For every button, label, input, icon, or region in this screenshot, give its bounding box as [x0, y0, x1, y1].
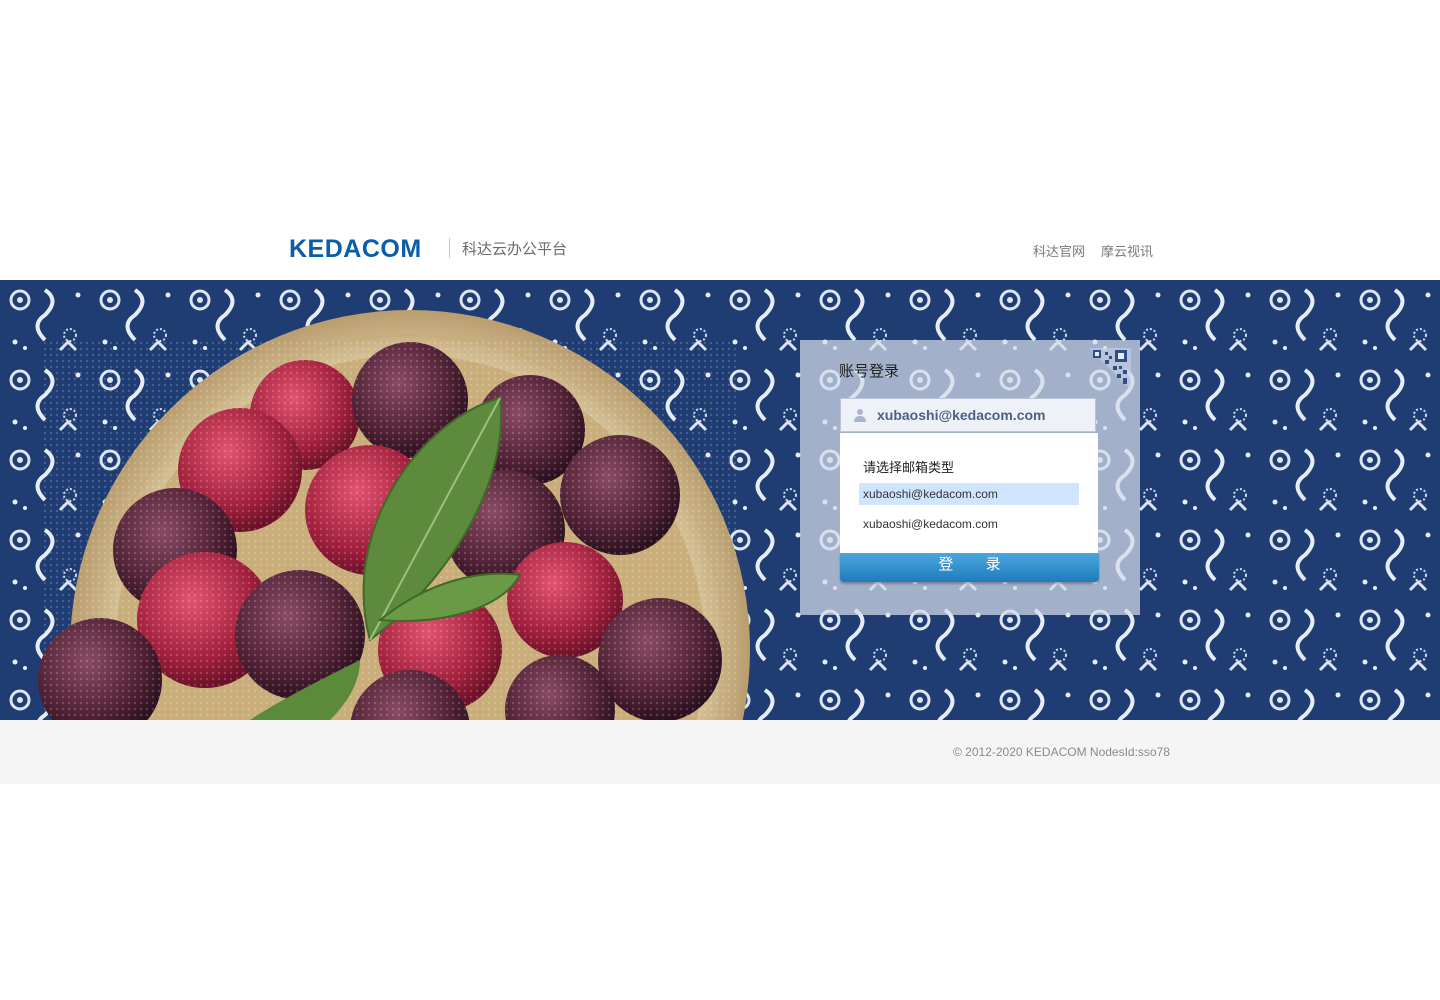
- email-option[interactable]: xubaoshi@kedacom.com: [859, 513, 1079, 535]
- qr-code-login-icon[interactable]: [1089, 348, 1131, 390]
- email-option-selected[interactable]: xubaoshi@kedacom.com: [859, 483, 1079, 505]
- header: KEDACOM 科达云办公平台 科达官网 摩云视讯: [0, 222, 1440, 280]
- email-type-dropdown: 请选择邮箱类型 xubaoshi@kedacom.com xubaoshi@ke…: [840, 433, 1098, 555]
- nav-link-official-site[interactable]: 科达官网: [1033, 241, 1085, 260]
- copyright-text: © 2012-2020 KEDACOM NodesId:sso78: [953, 745, 1170, 759]
- dropdown-title: 请选择邮箱类型: [863, 460, 955, 475]
- login-title: 账号登录: [839, 363, 900, 380]
- footer: © 2012-2020 KEDACOM NodesId:sso78: [0, 720, 1440, 784]
- hero-banner: [0, 280, 1440, 720]
- account-value: xubaoshi@kedacom.com: [877, 407, 1046, 423]
- platform-name: 科达云办公平台: [462, 241, 568, 258]
- banner-illustration: [0, 280, 1440, 720]
- login-button[interactable]: 登 录: [840, 553, 1099, 582]
- kedacom-logo[interactable]: KEDACOM: [289, 235, 422, 264]
- account-input[interactable]: xubaoshi@kedacom.com: [840, 398, 1096, 432]
- logo-divider: [449, 238, 450, 258]
- login-panel: 账号登录 xubaoshi@kedacom.com 请选择邮箱类型 xubaos…: [800, 340, 1140, 615]
- nav-link-moyun[interactable]: 摩云视讯: [1101, 241, 1153, 260]
- user-icon: [854, 409, 866, 422]
